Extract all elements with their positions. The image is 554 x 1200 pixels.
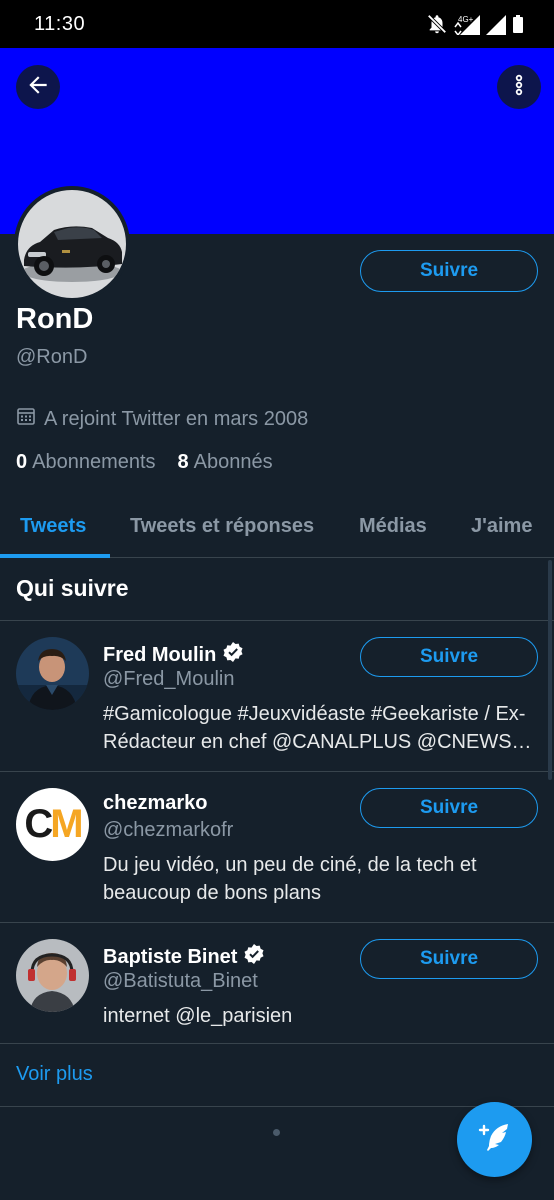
who-to-follow-title: Qui suivre — [16, 575, 129, 601]
suggestion-fred-moulin[interactable]: Fred Moulin @Fred_Moulin #Gamicologue #J… — [0, 621, 554, 771]
chezmarko-logo: CM — [24, 802, 83, 846]
page-indicator-dot — [273, 1129, 280, 1136]
following-label: Abonnements — [32, 451, 156, 473]
verified-badge-icon — [222, 641, 244, 669]
suggestion-baptiste-binet[interactable]: Baptiste Binet @Batistuta_Binet internet… — [0, 923, 554, 1043]
scrollbar[interactable] — [548, 560, 552, 780]
compose-tweet-button[interactable] — [457, 1102, 532, 1177]
suggestion-name-text: chezmarko — [103, 792, 208, 814]
suggestion-bio: Du jeu vidéo, un peu de ciné, de la tech… — [103, 854, 477, 904]
follow-button[interactable]: Suivre — [360, 637, 538, 677]
avatar[interactable] — [16, 939, 89, 1012]
suggestion-bio-text: #Gamicologue #Jeuxvidéaste #Geekariste /… — [103, 703, 526, 753]
suggestion-name[interactable]: Fred Moulin — [103, 641, 244, 669]
suggestion-handle: @chezmarkofr — [103, 819, 234, 841]
follow-button[interactable]: Suivre — [360, 250, 538, 292]
profile-avatar[interactable] — [14, 186, 130, 302]
calendar-icon — [16, 406, 36, 432]
tab-likes[interactable]: J'aime — [471, 515, 532, 538]
compose-tweet-icon — [478, 1120, 512, 1159]
followers-link[interactable]: 8 Abonnés — [178, 451, 273, 474]
status-bar: 11:30 4G+ — [0, 0, 554, 48]
suggestion-name[interactable]: Baptiste Binet — [103, 943, 265, 971]
divider — [0, 1106, 554, 1107]
back-button[interactable] — [16, 65, 60, 109]
more-options-button[interactable] — [497, 65, 541, 109]
followers-count: 8 — [177, 451, 189, 473]
follow-button[interactable]: Suivre — [360, 939, 538, 979]
joined-text: A rejoint Twitter en mars 2008 — [44, 407, 309, 430]
tab-tweets-replies[interactable]: Tweets et réponses — [130, 515, 314, 538]
tab-tweets[interactable]: Tweets — [20, 515, 86, 538]
battery-icon — [512, 13, 524, 35]
verified-badge-icon — [243, 943, 265, 971]
avatar[interactable] — [16, 637, 89, 710]
more-vertical-icon — [507, 73, 531, 102]
divider — [0, 1043, 554, 1044]
suggestion-name-text: Fred Moulin — [103, 643, 217, 666]
profile-tabs: Tweets Tweets et réponses Médias J'aime — [0, 497, 554, 558]
follow-stats: 0 Abonnements 8 Abonnés — [16, 451, 273, 474]
joined-date: A rejoint Twitter en mars 2008 — [16, 406, 308, 432]
tab-media[interactable]: Médias — [359, 515, 427, 538]
suggestion-bio: internet @le_parisien — [103, 1005, 293, 1027]
suggestion-handle: @Fred_Moulin — [103, 668, 235, 690]
active-tab-indicator — [0, 554, 110, 558]
avatar[interactable]: CM — [16, 788, 89, 861]
followers-label: Abonnés — [193, 451, 273, 473]
following-count: 0 — [16, 451, 28, 473]
svg-text:4G+: 4G+ — [458, 15, 474, 24]
status-time: 11:30 — [34, 12, 86, 35]
display-name: RonD — [16, 303, 94, 335]
arrow-left-icon — [25, 72, 51, 103]
suggestion-name-text: Baptiste Binet — [103, 945, 238, 968]
status-icons: 4G+ — [426, 13, 524, 35]
data-4g-icon: 4G+ — [454, 13, 480, 35]
suggestion-bio: #Gamicologue #Jeuxvidéaste #Geekariste /… — [103, 700, 533, 756]
suggestion-handle: @Batistuta_Binet — [103, 970, 258, 992]
show-more-link[interactable]: Voir plus — [16, 1063, 93, 1086]
following-link[interactable]: 0 Abonnements — [16, 451, 156, 474]
profile-handle: @RonD — [16, 346, 88, 368]
suggestion-name[interactable]: chezmarko — [103, 792, 208, 815]
signal-icon — [486, 13, 506, 35]
bell-off-icon — [426, 13, 448, 35]
follow-button[interactable]: Suivre — [360, 788, 538, 828]
suggestion-chezmarko[interactable]: CM chezmarko @chezmarkofr Du jeu vidéo, … — [0, 772, 554, 922]
